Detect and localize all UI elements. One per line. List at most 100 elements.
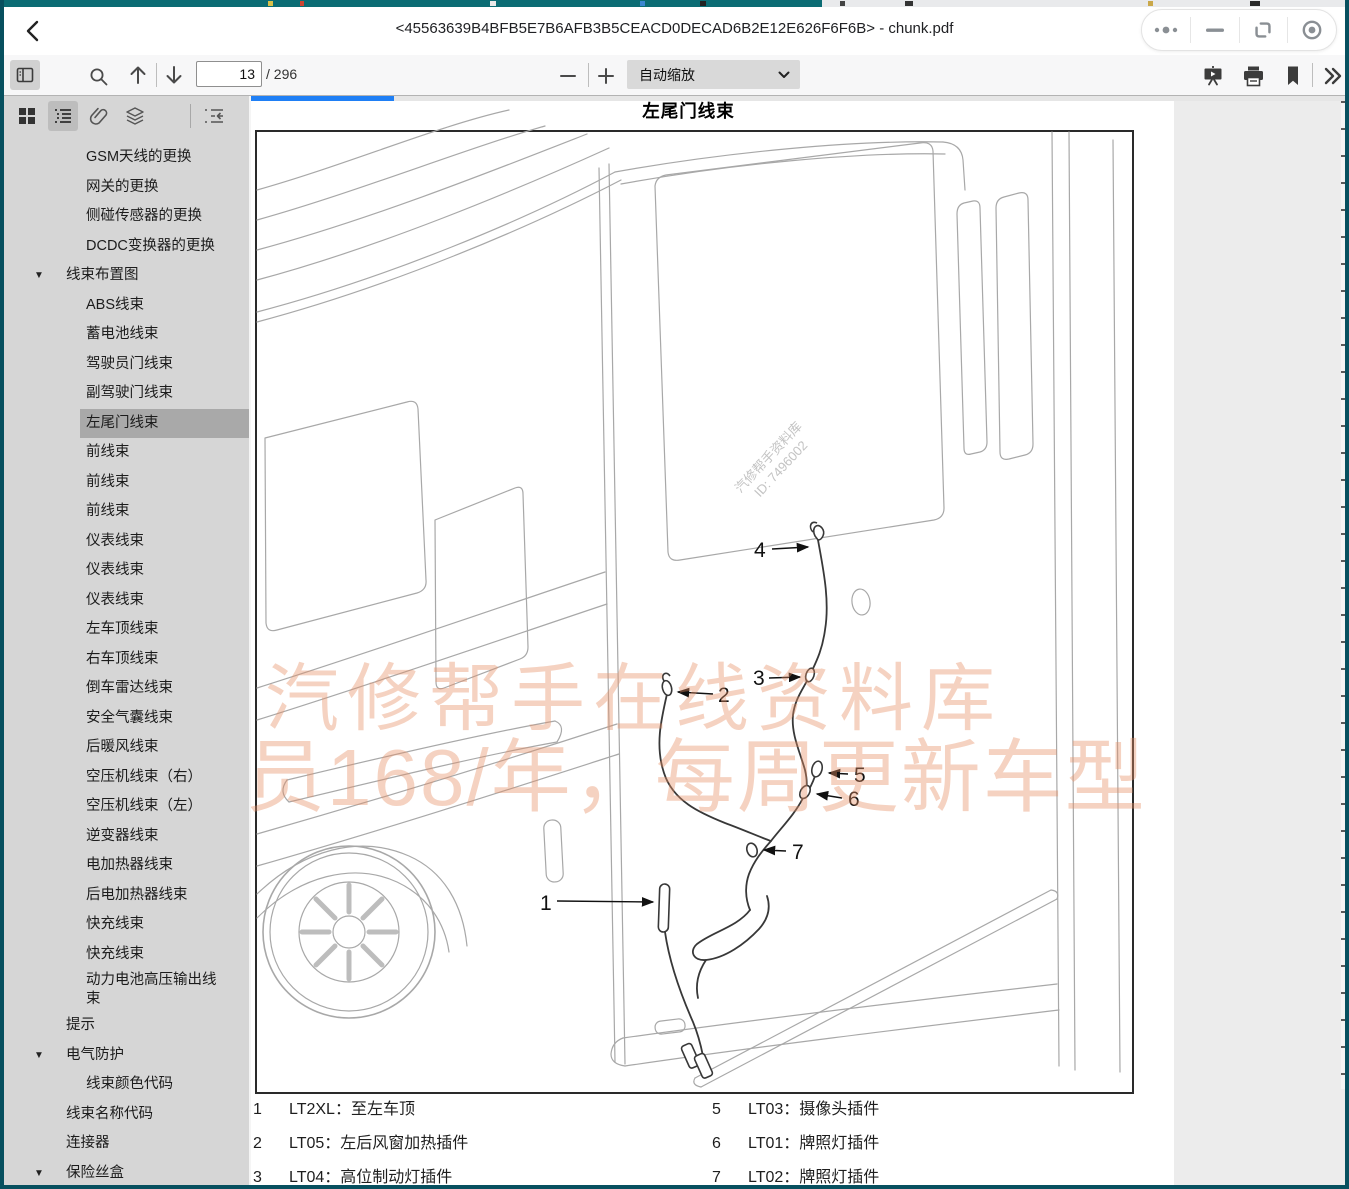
figure-frame: 1 2 3 4 5 6 7 <box>255 130 1134 1094</box>
callout-number: 1 <box>540 892 552 915</box>
pdf-toolbar: / 296 自动缩放 <box>4 55 1345 96</box>
zoom-in-button[interactable] <box>594 64 618 88</box>
outline-item[interactable]: 快充线束 <box>80 940 249 970</box>
legend-row: 3LT04：高位制动灯插件 <box>253 1163 452 1185</box>
layers-icon <box>125 106 145 126</box>
outline-item[interactable]: ▼保险丝盒 <box>34 1159 249 1189</box>
bookmark-button[interactable] <box>1281 63 1305 89</box>
legend-row: 7LT02：牌照灯插件 <box>712 1163 879 1185</box>
outline-item[interactable]: 后电加热器线束 <box>80 881 249 911</box>
callout-number: 7 <box>792 841 804 864</box>
restore-button[interactable] <box>1240 10 1288 50</box>
outline-item[interactable]: 驾驶员门线束 <box>80 350 249 380</box>
record-icon <box>1301 19 1323 41</box>
bookmark-icon <box>1284 65 1302 87</box>
outline-item[interactable]: GSM天线的更换 <box>80 143 249 173</box>
outline-item[interactable]: 前线束 <box>80 468 249 498</box>
outline-item[interactable]: ▼电气防护 <box>34 1041 249 1071</box>
outline-item[interactable]: 倒车雷达线束 <box>80 674 249 704</box>
outline-item[interactable]: 副驾驶门线束 <box>80 379 249 409</box>
caret-down-icon[interactable]: ▼ <box>34 270 60 281</box>
outline-item[interactable]: 连接器 <box>60 1129 249 1159</box>
outline-item[interactable]: 后暖风线束 <box>80 733 249 763</box>
chevron-down-icon <box>778 71 790 79</box>
browser-tabstrip-cropped <box>0 0 1349 7</box>
previous-page-button[interactable] <box>126 63 150 87</box>
callout-numbers: 1 2 3 4 5 6 7 <box>540 539 866 915</box>
more-tools-button[interactable] <box>1320 63 1346 89</box>
callout-number: 5 <box>854 764 866 787</box>
sidebar: GSM天线的更换 网关的更换 侧碰传感器的更换 DCDC变换器的更换 ▼线束布置… <box>4 95 251 1185</box>
outline-item[interactable]: DCDC变换器的更换 <box>80 232 249 262</box>
record-button[interactable] <box>1288 10 1336 50</box>
outline-item[interactable]: 动力电池高压输出线束 <box>80 969 249 1011</box>
paperclip-icon <box>89 106 109 126</box>
callout-number: 4 <box>754 539 766 562</box>
outline-item[interactable]: 安全气囊线束 <box>80 704 249 734</box>
next-page-button[interactable] <box>162 63 186 87</box>
callout-number: 3 <box>753 667 765 690</box>
sidebar-toggle-button[interactable] <box>10 60 40 90</box>
presentation-icon <box>1202 65 1224 87</box>
more-options-button[interactable] <box>1142 10 1190 50</box>
current-outline-item-button[interactable] <box>199 101 229 131</box>
outline-item[interactable]: ▼线束布置图 <box>34 261 249 291</box>
outline-item[interactable]: 提示 <box>60 1011 249 1041</box>
outline-item[interactable]: ABS线束 <box>80 291 249 321</box>
minimize-button[interactable] <box>1191 10 1239 50</box>
outline-item[interactable]: 快充线束 <box>80 910 249 940</box>
find-button[interactable] <box>86 64 110 88</box>
outline-item[interactable]: 蓄电池线束 <box>80 320 249 350</box>
outline-view-button[interactable] <box>48 101 78 131</box>
restore-icon <box>1253 20 1273 40</box>
window-border-left <box>0 0 4 1189</box>
outline-item[interactable]: 电加热器线束 <box>80 851 249 881</box>
zoom-out-button[interactable] <box>556 64 580 88</box>
outline-item[interactable]: 右车顶线束 <box>80 645 249 675</box>
legend-row: 2LT05：左后风窗加热插件 <box>253 1129 468 1153</box>
caret-down-icon[interactable]: ▼ <box>34 1050 60 1061</box>
thumbnails-view-button[interactable] <box>12 101 42 131</box>
outline-item[interactable]: 线束名称代码 <box>60 1100 249 1130</box>
page-title: 左尾门线束 <box>251 101 1126 123</box>
outline-item[interactable]: 仪表线束 <box>80 586 249 616</box>
minus-icon <box>559 67 577 85</box>
outline-item[interactable]: 空压机线束（左） <box>80 792 249 822</box>
sidebar-view-switcher <box>4 95 249 137</box>
caret-down-icon[interactable]: ▼ <box>34 1168 60 1179</box>
outline-item[interactable]: 仪表线束 <box>80 556 249 586</box>
legend-row: 6LT01：牌照灯插件 <box>712 1129 879 1153</box>
ellipsis-icon <box>1153 25 1179 35</box>
minimize-icon <box>1205 27 1225 33</box>
outline-item-selected[interactable]: 左尾门线束 <box>80 409 249 439</box>
page-number-input[interactable] <box>196 61 262 87</box>
window-border-right <box>1345 0 1349 1189</box>
pdf-viewport[interactable]: 左尾门线束 <box>251 101 1345 1185</box>
outline-item[interactable]: 侧碰传感器的更换 <box>80 202 249 232</box>
arrow-down-icon <box>164 64 184 86</box>
zoom-select[interactable]: 自动缩放 <box>627 60 800 89</box>
zoom-select-value: 自动缩放 <box>627 65 778 85</box>
titlebar: <45563639B4BFB5E7B6AFB3B5CEACD0DECAD6B2E… <box>4 7 1345 56</box>
window-border-bottom <box>0 1185 1349 1189</box>
outline-item[interactable]: 仪表线束 <box>80 527 249 557</box>
outline-item[interactable]: 前线束 <box>80 438 249 468</box>
arrow-up-icon <box>128 64 148 86</box>
layers-view-button[interactable] <box>120 101 150 131</box>
print-button[interactable] <box>1240 63 1266 89</box>
thumbnails-grid-icon <box>17 106 37 126</box>
attachments-view-button[interactable] <box>84 101 114 131</box>
tabstrip-teal-band <box>0 0 822 7</box>
outline-item[interactable]: 线束颜色代码 <box>80 1070 249 1100</box>
printer-icon <box>1242 65 1265 88</box>
presentation-mode-button[interactable] <box>1200 63 1226 89</box>
callout-number: 6 <box>848 788 860 811</box>
outline-item[interactable]: 网关的更换 <box>80 173 249 203</box>
outline-item[interactable]: 前线束 <box>80 497 249 527</box>
outline-item[interactable]: 空压机线束（右） <box>80 763 249 793</box>
pdf-page: 左尾门线束 <box>251 101 1174 1185</box>
legend-row: 1LT2XL：至左车顶 <box>253 1095 415 1119</box>
outline-item[interactable]: 左车顶线束 <box>80 615 249 645</box>
outline-item[interactable]: 逆变器线束 <box>80 822 249 852</box>
recorder-control-pill <box>1141 9 1337 51</box>
